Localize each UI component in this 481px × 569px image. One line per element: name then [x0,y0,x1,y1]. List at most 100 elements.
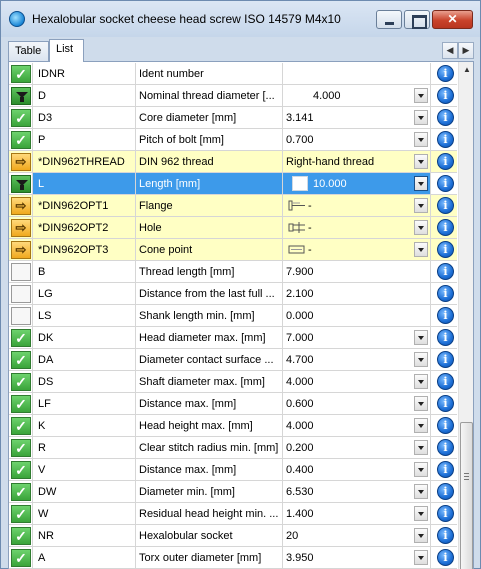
info-icon[interactable]: i [437,527,454,544]
info-icon[interactable]: i [437,439,454,456]
info-icon[interactable]: i [437,373,454,390]
table-row[interactable]: DSShaft diameter max. [mm]4.000 i [9,371,457,393]
value-dropdown[interactable]: 4.000 [283,371,431,392]
value-dropdown[interactable]: 1.400 [283,503,431,524]
table-row[interactable]: L Length [mm] 10.000 i [9,173,457,195]
value-dropdown[interactable]: 3.141 [283,107,431,128]
value-dropdown[interactable]: 0.600 [283,393,431,414]
table-row[interactable]: *DIN962OPT3Cone point - i [9,239,457,261]
table-row[interactable]: B Thread length [mm] 7.900 i [9,261,457,283]
tab-scroll-right-button[interactable]: ▶ [458,42,474,59]
table-row[interactable]: ATorx outer diameter [mm]3.950 i [9,547,457,569]
value-dropdown[interactable]: Right-hand thread [283,151,431,172]
table-row[interactable]: KHead height max. [mm]4.000 i [9,415,457,437]
info-icon[interactable]: i [437,131,454,148]
value-dropdown[interactable]: 4.000 [283,85,431,106]
value-field[interactable]: 7.900 [283,261,431,282]
table-row[interactable]: VDistance max. [mm]0.400 i [9,459,457,481]
info-icon[interactable]: i [437,263,454,280]
scroll-thumb[interactable] [460,422,473,569]
table-row[interactable]: *DIN962OPT1Flange - i [9,195,457,217]
info-icon[interactable]: i [437,395,454,412]
chevron-down-icon[interactable] [414,462,428,477]
value-dropdown[interactable]: 3.950 [283,547,431,568]
value-dropdown[interactable]: 4.700 [283,349,431,370]
tab-list[interactable]: List [49,39,84,62]
chevron-down-icon[interactable] [414,132,428,147]
info-icon[interactable]: i [437,241,454,258]
value-field[interactable]: 2.100 [283,283,431,304]
vertical-scrollbar[interactable]: ▲ [458,62,473,569]
table-row[interactable]: D3Core diameter [mm]3.141 i [9,107,457,129]
info-icon[interactable]: i [437,329,454,346]
table-row[interactable]: WResidual head height min. ...1.400 i [9,503,457,525]
value-dropdown[interactable]: - [283,217,431,238]
value-dropdown[interactable]: 20 [283,525,431,546]
info-icon[interactable]: i [437,65,454,82]
close-button[interactable] [432,10,473,29]
info-icon[interactable]: i [437,417,454,434]
table-row[interactable]: DADiameter contact surface ...4.700 i [9,349,457,371]
chevron-down-icon[interactable] [414,110,428,125]
table-row[interactable]: NRHexalobular socket20 i [9,525,457,547]
table-row[interactable]: LS Shank length min. [mm] 0.000 i [9,305,457,327]
table-row[interactable]: DKHead diameter max. [mm]7.000 i [9,327,457,349]
value-dropdown[interactable]: 0.400 [283,459,431,480]
info-icon[interactable]: i [437,197,454,214]
value-dropdown[interactable]: 7.000 [283,327,431,348]
title-bar[interactable]: Hexalobular socket cheese head screw ISO… [1,1,480,37]
info-icon[interactable]: i [437,219,454,236]
value-dropdown[interactable]: 6.530 [283,481,431,502]
chevron-down-icon[interactable] [414,154,428,169]
chevron-down-icon[interactable] [414,198,428,213]
chevron-down-icon[interactable] [414,418,428,433]
table-row[interactable]: RClear stitch radius min. [mm]0.200 i [9,437,457,459]
chevron-down-icon[interactable] [414,440,428,455]
chevron-down-icon[interactable] [414,88,428,103]
minimize-button[interactable] [376,10,402,29]
chevron-down-icon[interactable] [414,550,428,565]
chevron-down-icon[interactable] [414,330,428,345]
scroll-up-button[interactable]: ▲ [459,62,473,78]
info-icon[interactable]: i [437,109,454,126]
info-icon[interactable]: i [437,549,454,566]
tab-table[interactable]: Table [8,41,49,61]
info-icon[interactable]: i [437,505,454,522]
info-icon[interactable]: i [437,285,454,302]
table-row[interactable]: DWDiameter min. [mm]6.530 i [9,481,457,503]
chevron-down-icon[interactable] [414,484,428,499]
info-icon[interactable]: i [437,153,454,170]
table-row[interactable]: LFDistance max. [mm]0.600 i [9,393,457,415]
info-icon[interactable]: i [437,351,454,368]
table-row[interactable]: *DIN962THREADDIN 962 threadRight-hand th… [9,151,457,173]
chevron-down-icon[interactable] [414,352,428,367]
value-dropdown[interactable]: 10.000 [283,173,431,194]
table-row[interactable]: *DIN962OPT2Hole - i [9,217,457,239]
chevron-down-icon[interactable] [414,374,428,389]
maximize-button[interactable] [404,10,430,29]
info-icon[interactable]: i [437,175,454,192]
edit-box[interactable] [292,176,308,191]
info-icon[interactable]: i [437,483,454,500]
table-row[interactable]: IDNRIdent number i [9,63,457,85]
table-row[interactable]: LG Distance from the last full ... 2.100 i [9,283,457,305]
chevron-down-icon[interactable] [414,506,428,521]
chevron-down-icon[interactable] [414,242,428,257]
info-icon[interactable]: i [437,461,454,478]
value-dropdown[interactable]: - [283,195,431,216]
value-dropdown[interactable]: 0.700 [283,129,431,150]
chevron-down-icon[interactable] [414,176,428,191]
info-icon[interactable]: i [437,87,454,104]
table-row[interactable]: PPitch of bolt [mm]0.700 i [9,129,457,151]
chevron-down-icon[interactable] [414,528,428,543]
value-dropdown[interactable]: 0.200 [283,437,431,458]
info-icon[interactable]: i [437,307,454,324]
value-field[interactable] [283,63,431,84]
tab-scroll-left-button[interactable]: ◀ [442,42,458,59]
value-dropdown[interactable]: 4.000 [283,415,431,436]
value-dropdown[interactable]: - [283,239,431,260]
chevron-down-icon[interactable] [414,396,428,411]
table-row[interactable]: D Nominal thread diameter [... 4.000 i [9,85,457,107]
value-field[interactable]: 0.000 [283,305,431,326]
chevron-down-icon[interactable] [414,220,428,235]
